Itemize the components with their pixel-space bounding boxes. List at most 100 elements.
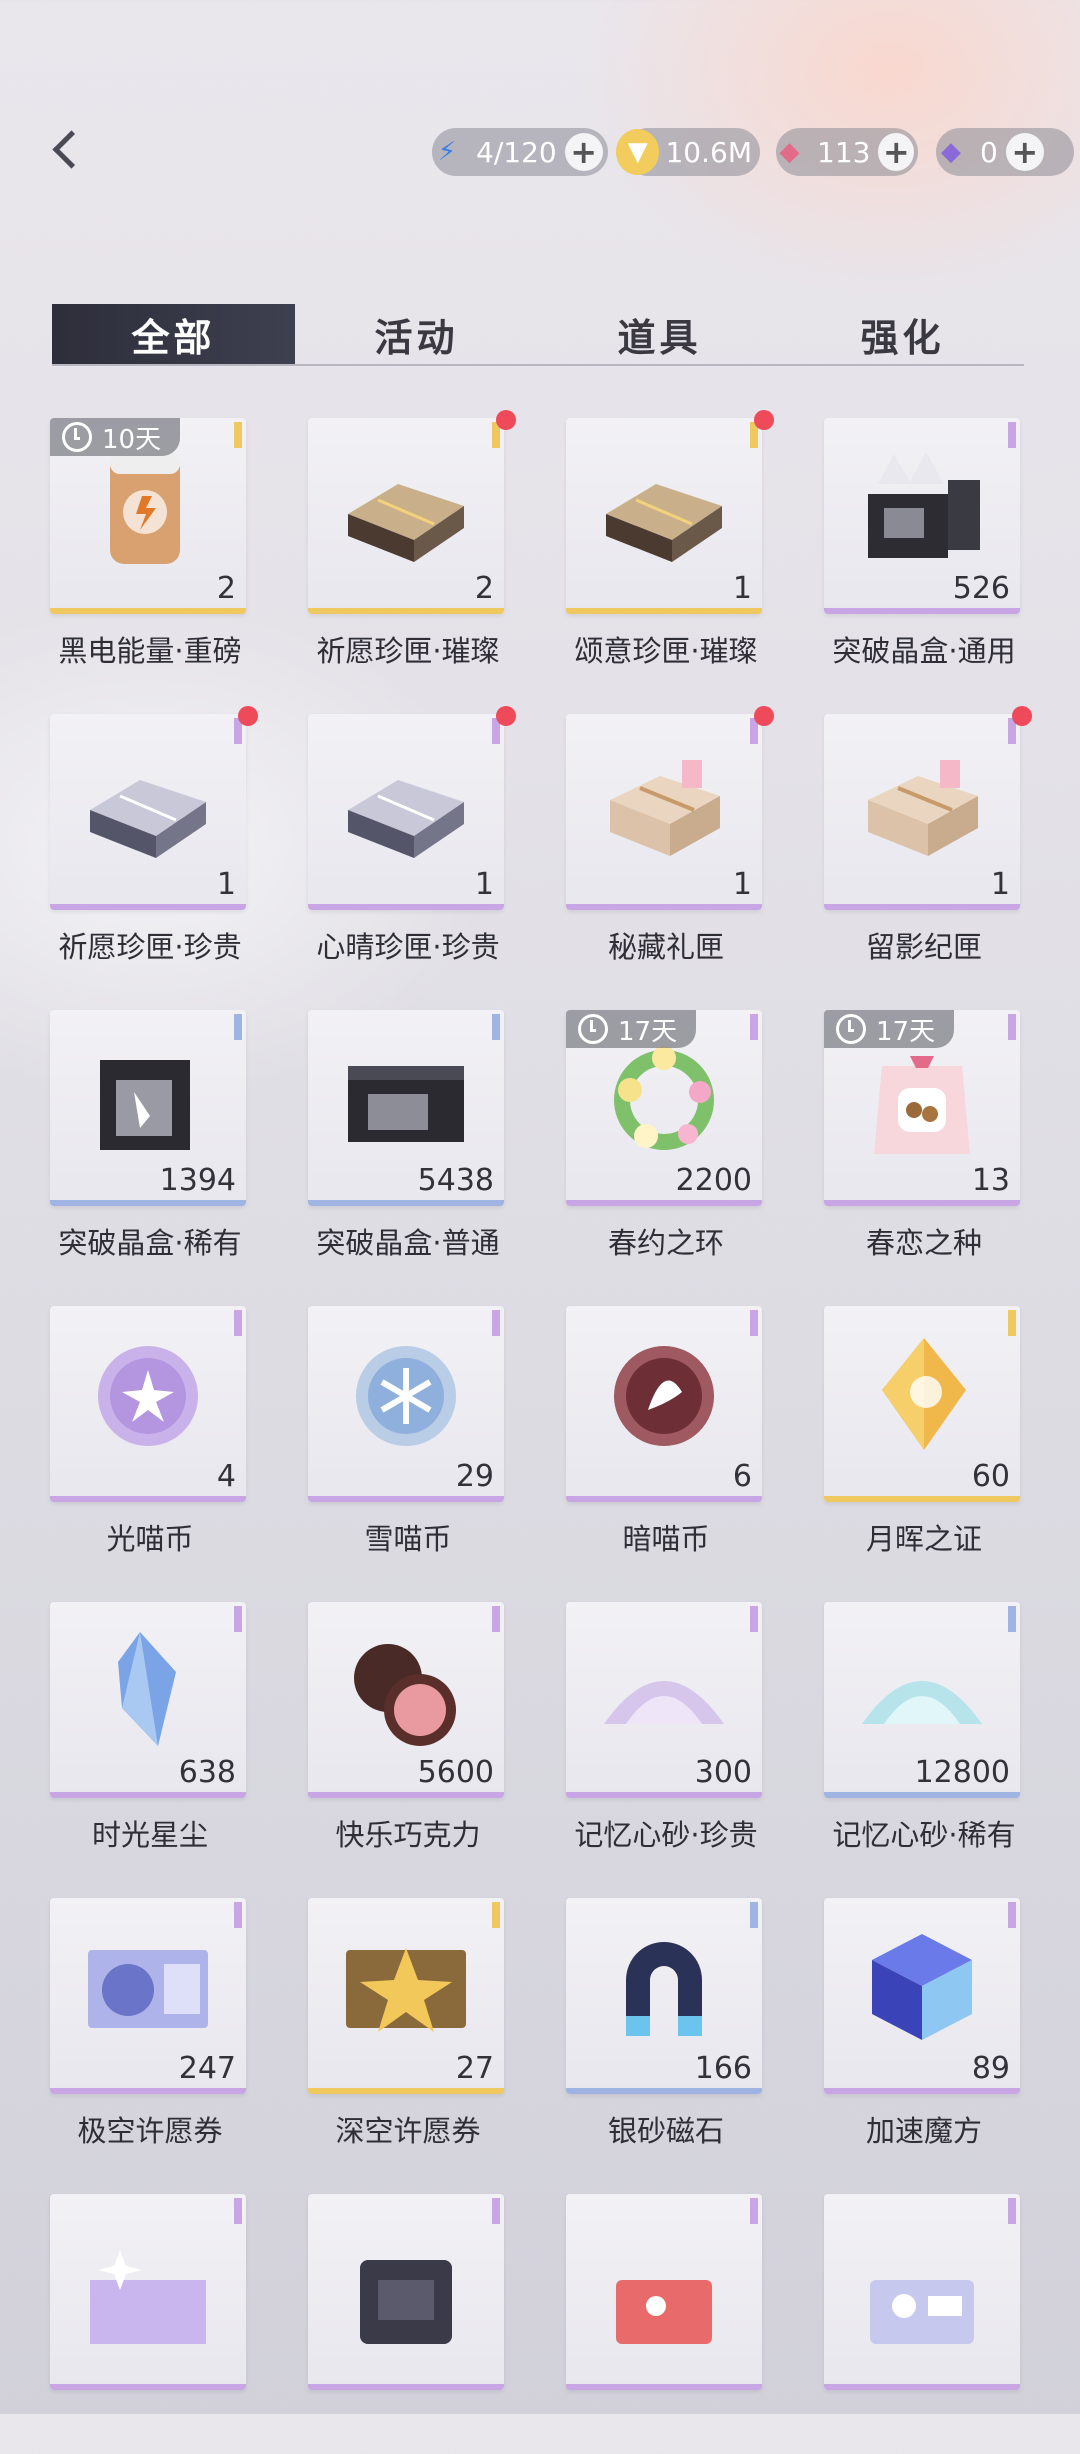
item-tile[interactable]: 60 月晖之证	[824, 1306, 1024, 1566]
rarity-stripe	[234, 1014, 242, 1040]
item-tile[interactable]: 5600 快乐巧克力	[308, 1602, 508, 1862]
add-energy-button[interactable]: +	[564, 133, 603, 171]
energy-value: 4/120	[476, 135, 557, 169]
category-tabs: 全部 活动 道具 强化	[52, 304, 1024, 364]
item-card[interactable]	[308, 2194, 504, 2390]
item-tile[interactable]: 526 突破晶盒·通用	[824, 418, 1024, 678]
item-tile[interactable]: 27 深空许愿券	[308, 1898, 508, 2158]
rarity-stripe	[492, 1606, 500, 1632]
item-card[interactable]: 89	[824, 1898, 1020, 2094]
tab-items[interactable]: 道具	[538, 304, 781, 364]
item-tile[interactable]: 247 极空许愿券	[50, 1898, 250, 2158]
item-tile[interactable]: 300 记忆心砂·珍贵	[566, 1602, 766, 1862]
item-quantity: 1	[732, 571, 752, 606]
new-badge-dot	[1012, 706, 1032, 726]
purple-sand-icon	[596, 1628, 732, 1752]
rarity-bar	[50, 608, 246, 614]
item-card[interactable]: 1394	[50, 1010, 246, 1206]
item-tile[interactable]: 29 雪喵币	[308, 1306, 508, 1566]
item-tile[interactable]	[566, 2194, 766, 2454]
item-card[interactable]: 29	[308, 1306, 504, 1502]
item-tile[interactable]	[824, 2194, 1024, 2454]
item-card[interactable]: 12800	[824, 1602, 1020, 1798]
item-card[interactable]: 1	[50, 714, 246, 910]
item-card[interactable]: 5600	[308, 1602, 504, 1798]
holo-card-icon	[80, 2220, 216, 2344]
new-badge-dot	[238, 706, 258, 726]
item-card[interactable]: 4	[50, 1306, 246, 1502]
item-card[interactable]	[50, 2194, 246, 2390]
item-card[interactable]: 247	[50, 1898, 246, 2094]
item-card[interactable]: 1	[308, 714, 504, 910]
item-card[interactable]: 60	[824, 1306, 1020, 1502]
snow-coin-icon	[338, 1332, 474, 1456]
item-tile[interactable]: 2 10天 黑电能量·重磅	[50, 418, 250, 678]
item-tile[interactable]: 5438 突破晶盒·普通	[308, 1010, 508, 1270]
tab-events[interactable]: 活动	[295, 304, 538, 364]
rarity-stripe	[1008, 422, 1016, 448]
tab-all[interactable]: 全部	[52, 304, 295, 364]
item-card[interactable]: 2 10天	[50, 418, 246, 614]
clock-icon	[836, 1014, 866, 1044]
new-badge-dot	[496, 706, 516, 726]
item-tile[interactable]: 4 光喵币	[50, 1306, 250, 1566]
item-card[interactable]: 638	[50, 1602, 246, 1798]
item-tile[interactable]: 13 17天 春恋之种	[824, 1010, 1024, 1270]
expiry-timer: 17天	[566, 1010, 696, 1048]
item-tile[interactable]: 166 银砂磁石	[566, 1898, 766, 2158]
rarity-stripe	[1008, 1014, 1016, 1040]
rarity-bar	[308, 1792, 504, 1798]
rarity-bar	[50, 904, 246, 910]
clock-icon	[578, 1014, 608, 1044]
item-tile[interactable]: 1 颂意珍匣·璀璨	[566, 410, 774, 678]
item-tile[interactable]: 6 暗喵币	[566, 1306, 766, 1566]
item-card[interactable]: 1	[566, 418, 762, 614]
rarity-bar	[308, 608, 504, 614]
item-card[interactable]: 5438	[308, 1010, 504, 1206]
rarity-bar	[50, 2384, 246, 2390]
item-card[interactable]	[566, 2194, 762, 2390]
back-button[interactable]	[48, 126, 88, 176]
item-card[interactable]: 27	[308, 1898, 504, 2094]
item-tile[interactable]: 89 加速魔方	[824, 1898, 1024, 2158]
silver-box-icon	[80, 740, 216, 864]
timer-text: 17天	[618, 1016, 678, 1047]
item-name: 突破晶盒·普通	[316, 1226, 500, 1260]
expiry-timer: 10天	[50, 418, 180, 456]
rarity-stripe	[234, 1902, 242, 1928]
rarity-bar	[566, 904, 762, 910]
item-tile[interactable]: 2 祈愿珍匣·璀璨	[308, 410, 516, 678]
item-card[interactable]: 1	[824, 714, 1020, 910]
energy-icon: ⚡	[437, 137, 457, 167]
item-card[interactable]: 6	[566, 1306, 762, 1502]
item-tile[interactable]: 1 秘藏礼匣	[566, 706, 774, 974]
item-card[interactable]: 2	[308, 418, 504, 614]
add-red-diamond-button[interactable]: +	[878, 133, 914, 171]
item-card[interactable]: 526	[824, 418, 1020, 614]
item-tile[interactable]	[308, 2194, 508, 2454]
item-tile[interactable]: 12800 记忆心砂·稀有	[824, 1602, 1024, 1862]
item-card[interactable]	[824, 2194, 1020, 2390]
item-quantity: 60	[971, 1459, 1010, 1494]
tab-enhance[interactable]: 强化	[781, 304, 1024, 364]
item-tile[interactable]: 1 留影纪匣	[824, 706, 1032, 974]
item-tile[interactable]: 1394 突破晶盒·稀有	[50, 1010, 250, 1270]
watermark-side	[34, 70, 48, 1770]
purple-diamond-counter: ◆ 0 +	[936, 128, 1074, 176]
item-card[interactable]: 13 17天	[824, 1010, 1020, 1206]
item-tile[interactable]: 638 时光星尘	[50, 1602, 250, 1862]
item-quantity: 5600	[417, 1755, 494, 1790]
gift-box-icon	[596, 740, 732, 864]
item-card[interactable]: 166	[566, 1898, 762, 2094]
rarity-bar	[50, 1792, 246, 1798]
item-tile[interactable]: 1 心晴珍匣·珍贵	[308, 706, 516, 974]
item-card[interactable]: 2200 17天	[566, 1010, 762, 1206]
add-purple-diamond-button[interactable]: +	[1005, 133, 1044, 171]
item-card[interactable]: 300	[566, 1602, 762, 1798]
item-card[interactable]: 1	[566, 714, 762, 910]
item-tile[interactable]: 1 祈愿珍匣·珍贵	[50, 706, 258, 974]
item-quantity: 2	[474, 571, 494, 606]
item-tile[interactable]: 2200 17天 春约之环	[566, 1010, 766, 1270]
item-tile[interactable]	[50, 2194, 250, 2454]
rarity-bar	[566, 608, 762, 614]
